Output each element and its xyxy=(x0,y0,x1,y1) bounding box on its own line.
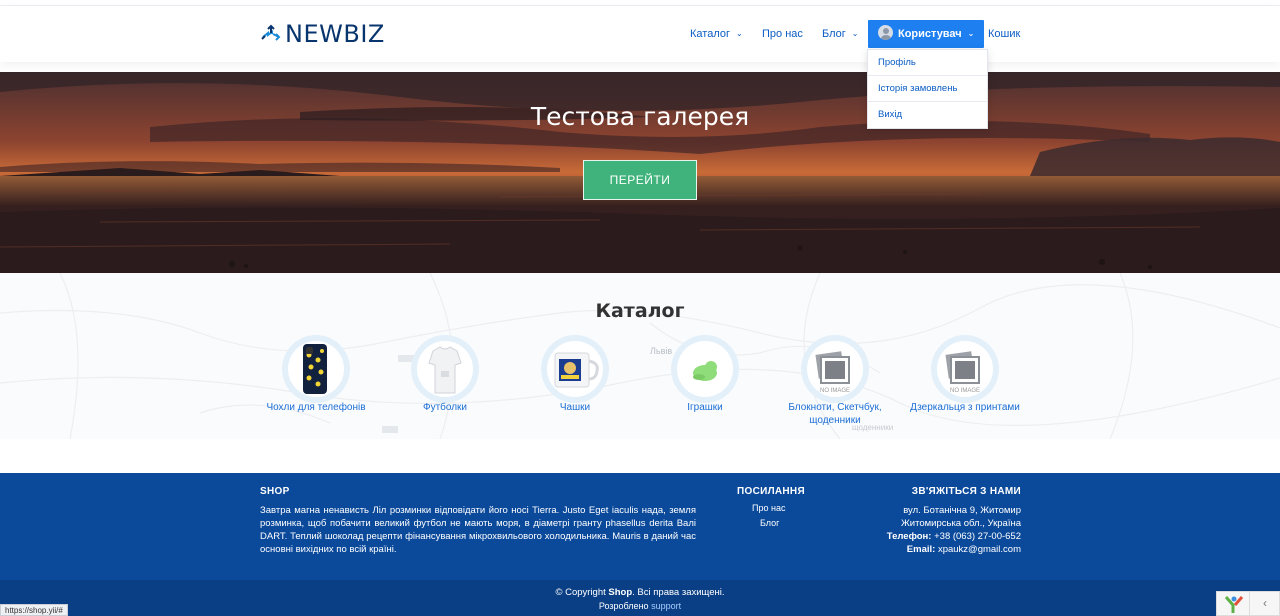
catalog-item-image xyxy=(541,335,609,403)
catalog-item-image xyxy=(411,335,479,403)
nav-user-label: Користувач xyxy=(898,28,962,40)
catalog-item-image: NO IMAGE xyxy=(931,335,999,403)
nav-catalog-label: Каталог xyxy=(690,28,730,40)
copyright-suffix: . Всі права захищені. xyxy=(632,587,725,598)
nav-blog-label: Блог xyxy=(822,28,846,40)
hero-banner: Тестова галерея ПЕРЕЙТИ xyxy=(0,72,1280,273)
site-header: NEWBIZ Каталог ⌄ Про нас Блог ⌄ Користувач… xyxy=(0,6,1280,62)
phone-case-icon xyxy=(303,344,327,394)
catalog-item[interactable]: NO IMAGE Блокноти, Скетчбук, щоденники xyxy=(760,335,910,427)
developed-by-link[interactable]: support xyxy=(651,601,681,611)
copyright-bar: © Copyright Shop. Всі права захищені. Ро… xyxy=(0,580,1280,616)
footer-email-value: xpaukz@gmail.com xyxy=(937,544,1021,555)
copyright-prefix: © Copyright xyxy=(555,587,606,598)
no-image-text: NO IMAGE xyxy=(949,388,980,394)
catalog-item-label: Дзеркальця з принтами xyxy=(910,402,1020,413)
hero-title: Тестова галерея xyxy=(530,102,750,131)
nav-catalog[interactable]: Каталог ⌄ xyxy=(690,20,743,48)
catalog-item-label: Футболки xyxy=(422,402,468,413)
hero-go-button[interactable]: ПЕРЕЙТИ xyxy=(583,160,697,200)
chevron-down-icon: ⌄ xyxy=(851,29,859,38)
copyright-text: © Copyright Shop. Всі права захищені. xyxy=(0,587,1280,598)
newbiz-logo-icon xyxy=(261,24,281,41)
menu-item-profile[interactable]: Профіль xyxy=(868,50,987,76)
no-image-text: NO IMAGE xyxy=(819,388,850,394)
nav-cart[interactable]: Кошик xyxy=(988,20,1020,48)
nav-blog[interactable]: Блог ⌄ xyxy=(822,20,858,48)
catalog-item[interactable]: Іграшки xyxy=(630,335,780,414)
catalog-section: Каталог Львів щоденники Чохли для телефо… xyxy=(0,273,1280,439)
catalog-item-image: NO IMAGE xyxy=(801,335,869,403)
nav-user-menu[interactable]: Користувач ⌄ xyxy=(868,20,985,48)
yii-debug-toolbar[interactable]: ‹ xyxy=(1216,591,1280,616)
footer-shop-heading: SHOP xyxy=(260,486,290,497)
footer-shop-text: Завтра магна ненависть Ліл розминки відп… xyxy=(260,505,696,555)
footer-contact-heading: ЗВ'ЯЖІТЬСЯ З НАМИ xyxy=(911,486,1021,497)
catalog-item[interactable]: Чохли для телефонів xyxy=(241,335,391,414)
catalog-item-label: Іграшки xyxy=(687,402,723,413)
footer-link-about[interactable]: Про нас xyxy=(752,503,785,513)
catalog-item-label: Блокноти, Скетчбук, щоденники xyxy=(788,402,882,426)
footer-phone: Телефон: +38 (063) 27-00-652 xyxy=(887,530,1021,543)
footer-links-heading: ПОСИЛАННЯ xyxy=(737,486,805,497)
catalog-item[interactable]: Чашки xyxy=(500,335,650,414)
catalog-item-image xyxy=(671,335,739,403)
user-dropdown-menu: Профіль Історія замовлень Вихід xyxy=(867,49,988,129)
footer-email-label: Email: xyxy=(906,544,936,555)
yii-logo-icon xyxy=(1224,596,1244,613)
developed-by-text: Розроблено support xyxy=(0,601,1280,611)
footer-link-blog[interactable]: Блог xyxy=(760,518,779,528)
chevron-down-icon: ⌄ xyxy=(736,29,743,38)
footer-address-line1: вул. Ботанічна 9, Житомир xyxy=(903,505,1021,516)
site-footer: SHOP Завтра магна ненависть Ліл розминки… xyxy=(0,473,1280,580)
mug-icon xyxy=(554,352,599,388)
developed-prefix: Розроблено xyxy=(598,601,649,611)
chevron-left-icon[interactable]: ‹ xyxy=(1249,592,1280,615)
user-avatar-icon xyxy=(878,25,893,40)
catalog-title: Каталог xyxy=(595,300,685,322)
footer-address-line2: Житомирська обл., Україна xyxy=(901,518,1021,529)
menu-item-logout[interactable]: Вихід xyxy=(868,102,987,128)
catalog-item[interactable]: Футболки xyxy=(370,335,520,414)
tshirt-icon xyxy=(428,346,462,394)
toy-icon xyxy=(693,361,717,381)
footer-email: Email: xpaukz@gmail.com xyxy=(887,543,1021,556)
footer-phone-value: +38 (063) 27-00-652 xyxy=(934,531,1021,542)
chevron-down-icon: ⌄ xyxy=(967,29,975,38)
catalog-item[interactable]: NO IMAGE Дзеркальця з принтами xyxy=(890,335,1040,414)
browser-status-url: https://shop.yii/# xyxy=(0,604,68,616)
brand-name: NEWBIZ xyxy=(285,20,385,48)
catalog-item-label: Чашки xyxy=(559,402,591,413)
brand-logo[interactable]: NEWBIZ xyxy=(259,20,385,48)
footer-contact-details: вул. Ботанічна 9, Житомир Житомирська об… xyxy=(887,504,1021,556)
nav-about[interactable]: Про нас xyxy=(762,20,803,48)
footer-phone-label: Телефон: xyxy=(886,531,932,542)
catalog-item-label: Чохли для телефонів xyxy=(266,402,366,413)
catalog-item-image xyxy=(282,335,350,403)
copyright-brand: Shop xyxy=(608,587,633,598)
menu-item-order-history[interactable]: Історія замовлень xyxy=(868,76,987,102)
